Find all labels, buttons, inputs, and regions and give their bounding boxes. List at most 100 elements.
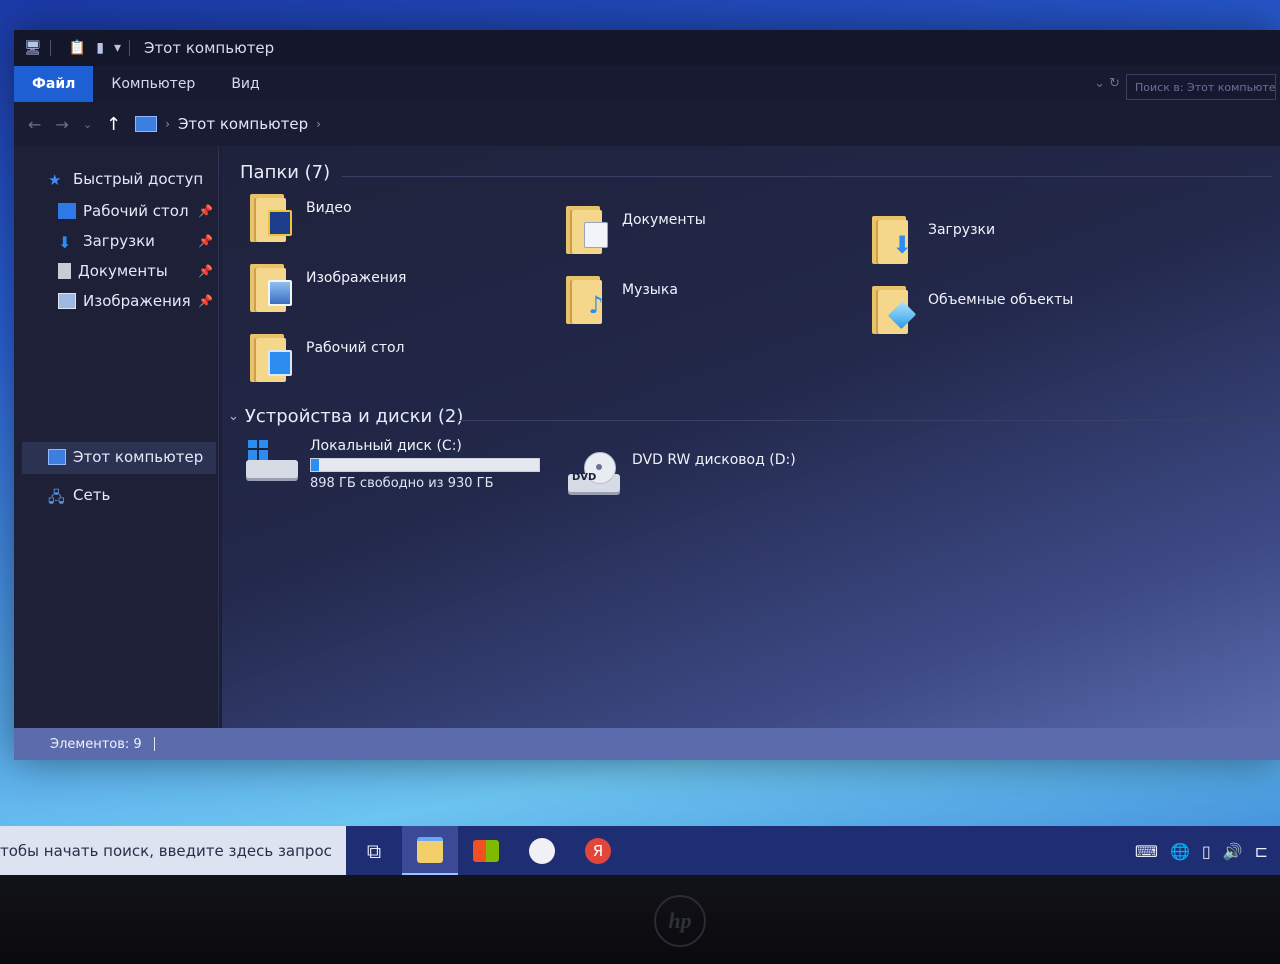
folder-pictures[interactable]: Изображения [250,260,406,312]
yandex-browser-icon [529,838,555,864]
nav-label: Рабочий стол [83,202,189,220]
search-input[interactable]: Поиск в: Этот компьютер [1126,74,1276,100]
network-icon: 🖧 [48,488,65,506]
status-bar: Элементов: 9 [14,728,1280,760]
divider [128,40,130,56]
star-icon: ★ [48,171,62,189]
desktop-icon [58,203,76,219]
folder-video[interactable]: Видео [250,190,352,242]
pin-icon: 📌 [198,234,213,248]
refresh-icon[interactable]: ⌄ ↻ [1094,76,1120,91]
chevron-right-icon[interactable]: › [316,117,321,131]
file-explorer-taskbar-button[interactable] [402,826,458,876]
drive-c[interactable]: Локальный диск (C:) 898 ГБ свободно из 9… [246,438,540,491]
group-header-folders[interactable]: Папки (7) [240,162,330,183]
up-arrow-icon[interactable]: ↑ [106,114,121,135]
tab-computer[interactable]: Компьютер [93,66,213,102]
volume-icon[interactable]: 🔊 [1223,842,1243,861]
yandex-taskbar-button[interactable]: Я [570,826,626,876]
nav-item-downloads[interactable]: ⬇ Загрузки 📌 [58,232,213,252]
computer-icon[interactable]: 🖥 [24,40,42,56]
nav-label: Быстрый доступ [73,170,204,188]
network-tray-icon[interactable]: ⊏ [1255,842,1268,861]
ribbon-tabs: Файл Компьютер Вид [14,66,1280,102]
explorer-window: 🖥 📋 ▮ ▾ Этот компьютер Файл Компьютер Ви… [14,30,1280,760]
desktop-folder-icon [250,330,292,382]
folder-desktop[interactable]: Рабочий стол [250,330,405,382]
nav-item-desktop[interactable]: Рабочий стол 📌 [58,202,213,220]
hard-drive-icon [246,438,300,482]
yandex-browser-taskbar-button[interactable] [514,826,570,876]
divider [458,420,1278,421]
nav-label: Этот компьютер [73,448,204,466]
hp-logo: hp [654,895,706,947]
nav-item-pictures[interactable]: Изображения 📌 [58,292,213,310]
picture-icon [58,293,76,309]
laptop-bezel: hp [0,875,1280,964]
drive-free-space: 898 ГБ свободно из 930 ГБ [310,476,494,491]
navigation-pane: ★ Быстрый доступ Рабочий стол 📌 ⬇ Загруз… [14,146,219,728]
store-taskbar-button[interactable] [458,826,514,876]
customize-toolbar-icon[interactable]: ▾ [114,40,121,56]
battery-icon[interactable]: ▯ [1202,842,1211,861]
nav-label: Документы [78,262,168,280]
taskbar: тобы начать поиск, введите здесь запрос … [0,826,1280,876]
group-header-devices[interactable]: ⌄ Устройства и диски (2) [228,406,463,427]
divider [153,737,155,751]
pin-icon: 📌 [198,294,213,308]
documents-folder-icon [566,202,608,254]
properties-icon[interactable]: 📋 [69,40,86,56]
folder-documents[interactable]: Документы [566,202,706,254]
folder-music[interactable]: ♪ Музыка [566,272,678,324]
video-folder-icon [250,190,292,242]
nav-quick-access[interactable]: ★ Быстрый доступ [48,170,204,189]
nav-item-this-pc[interactable]: Этот компьютер [48,448,203,466]
nav-label: Изображения [83,292,191,310]
drive-name: DVD RW дисковод (D:) [632,452,796,468]
recent-locations-icon[interactable]: ⌄ [83,118,92,131]
folder-label: Видео [306,200,352,216]
nav-item-network[interactable]: 🖧 Сеть [48,486,111,506]
tab-file[interactable]: Файл [14,66,94,102]
3d-objects-folder-icon [872,282,917,334]
document-icon [58,263,71,279]
pin-icon: 📌 [198,204,213,218]
pictures-folder-icon [250,260,292,312]
keyboard-icon[interactable]: ⌨ [1135,842,1158,861]
group-title: Устройства и диски (2) [244,406,464,427]
new-folder-icon[interactable]: ▮ [96,40,104,56]
folder-label: Объемные объекты [928,292,1074,308]
forward-arrow-icon[interactable]: → [55,115,68,134]
nav-label: Сеть [73,486,111,504]
task-view-icon[interactable]: ⧉ [346,826,402,876]
drive-usage-bar [310,458,540,472]
folder-label: Рабочий стол [306,340,405,356]
content-pane: Папки (7) Видео Документы ⬇ Загрузки Изо… [222,146,1280,728]
download-arrow-icon: ⬇ [58,233,72,252]
divider [342,176,1272,177]
breadcrumb[interactable]: Этот компьютер [178,115,308,133]
chevron-right-icon[interactable]: › [165,117,170,131]
drive-name: Локальный диск (C:) [310,438,462,454]
system-tray: ⌨ 🌐 ▯ 🔊 ⊏ [1135,826,1280,876]
music-folder-icon: ♪ [566,272,608,324]
tab-view[interactable]: Вид [213,66,277,102]
items-count: Элементов: 9 [50,736,142,752]
taskbar-search-input[interactable]: тобы начать поиск, введите здесь запрос [0,826,346,876]
group-title: Папки (7) [240,162,331,183]
chevron-down-icon[interactable]: ⌄ [228,409,239,424]
store-bag-icon [473,840,499,862]
title-bar: 🖥 📋 ▮ ▾ Этот компьютер [14,30,1280,66]
globe-icon[interactable]: 🌐 [1170,842,1190,861]
folder-label: Документы [622,212,706,228]
downloads-folder-icon: ⬇ [872,212,914,264]
computer-icon [135,116,158,132]
folder-label: Изображения [306,270,407,286]
folder-3d-objects[interactable]: Объемные объекты [872,282,1073,334]
drive-d[interactable]: DVD DVD RW дисковод (D:) [568,452,796,496]
nav-item-documents[interactable]: Документы 📌 [58,262,213,280]
folder-downloads[interactable]: ⬇ Загрузки [872,212,995,264]
computer-icon [48,449,66,465]
address-bar: ← → ⌄ ↑ › Этот компьютер › [14,102,1280,146]
back-arrow-icon[interactable]: ← [28,115,41,134]
